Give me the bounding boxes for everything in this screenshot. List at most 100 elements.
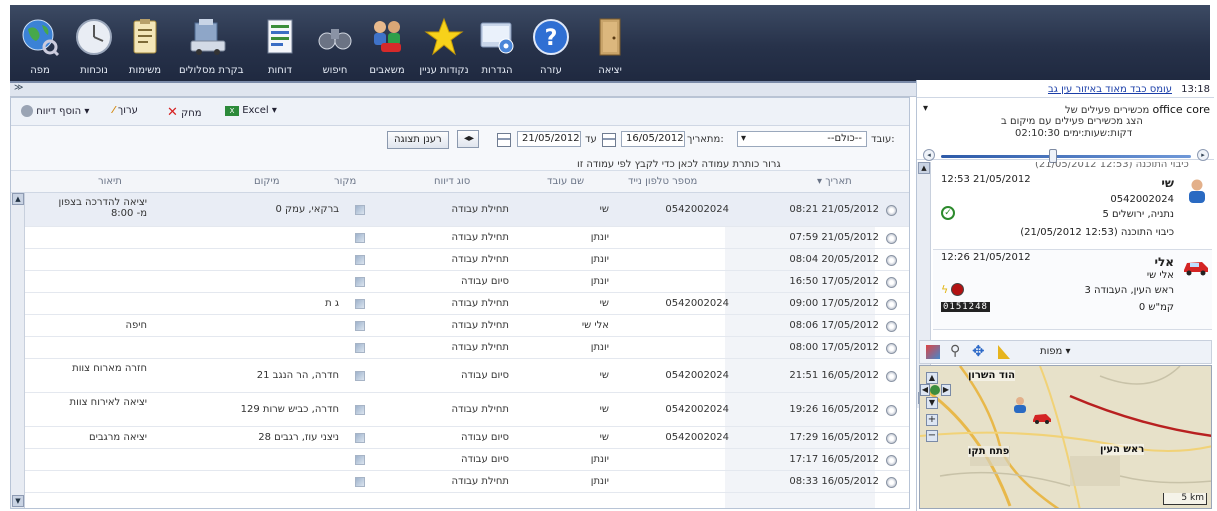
report-status-icon (886, 299, 897, 310)
device-card-eli[interactable]: אלי 12:26 21/05/2012 אלי שי ϟ ראש העין, … (933, 250, 1212, 330)
device-time: 12:53 21/05/2012 (941, 174, 1031, 185)
table-row[interactable]: 17:29 16/05/2012 0542002024 שי סיום עבודה ני… (25, 427, 909, 449)
car-marker-icon[interactable] (1032, 412, 1052, 424)
toolbar-settings-button[interactable]: הגדרות (467, 15, 527, 81)
report-status-icon (886, 277, 897, 288)
time-range-slider-thumb[interactable] (1049, 149, 1057, 163)
source-phone-icon (355, 233, 365, 243)
cell-type: תחילת עבודה (451, 254, 509, 265)
table-row[interactable]: 08:06 17/05/2012 אלי שי תחילת עבודה חיפה (25, 315, 909, 337)
slider-right-icon[interactable]: ▸ (1197, 149, 1209, 161)
exit-door-icon (599, 18, 621, 56)
chevron-down-icon[interactable]: ▾ (923, 103, 928, 114)
report-status-icon (886, 477, 897, 488)
pan-center-icon[interactable] (930, 385, 940, 395)
toolbar-resources-button[interactable]: משאבים (357, 15, 417, 81)
filter-bar: עובד: ▾ --כולם-- מתאריך: 16/05/2012 עד 2… (11, 126, 909, 171)
scroll-up-icon[interactable]: ▲ (12, 193, 24, 205)
cell-phone: 0542002024 (665, 432, 729, 443)
toolbar-tasks-button[interactable]: משימות (115, 15, 175, 81)
chevron-down-icon: ▾ (741, 133, 747, 144)
to-date-input[interactable]: 21/05/2012 (517, 131, 581, 147)
help-icon: ? (533, 19, 569, 55)
calendar-icon[interactable] (602, 133, 616, 147)
odometer: 0151248 (941, 302, 990, 312)
cell-worker: שי (599, 432, 609, 443)
col-header-type[interactable]: סוג דיווח (434, 176, 470, 187)
worker-select[interactable]: ▾ --כולם-- (737, 131, 867, 147)
cell-phone: 0542002024 (665, 404, 729, 415)
delete-button[interactable]: ✕ מחק (167, 105, 202, 120)
pan-right-icon[interactable]: ▶ (941, 384, 951, 396)
cell-location: ברקאי, עמק 0 (275, 204, 340, 215)
ruler-icon[interactable] (998, 345, 1010, 359)
pan-up-icon[interactable]: ▲ (926, 372, 938, 384)
zoom-in-icon[interactable]: + (926, 414, 938, 426)
cell-worker: אלי שי (581, 320, 609, 331)
delete-label: מחק (181, 108, 202, 119)
scroll-up-icon[interactable]: ▲ (918, 162, 930, 174)
col-header-source[interactable]: מקור (334, 176, 356, 187)
zoom-search-icon[interactable]: ⚲ (950, 343, 960, 359)
pan-move-icon[interactable]: ✥ (972, 342, 985, 360)
person-marker-icon[interactable] (1012, 396, 1028, 414)
toolbar-reports-button[interactable]: דוחות (250, 15, 310, 81)
toolbar-label: משימות (128, 65, 162, 76)
feed-cut-status: כיבוי התוכנה (12:53 21/05/2012) (1035, 162, 1189, 170)
scroll-down-icon[interactable]: ▼ (12, 495, 24, 507)
table-row[interactable]: 17:17 16/05/2012 יונתן סיום עבודה (25, 449, 909, 471)
table-scrollbar[interactable]: ▲ ▼ (11, 193, 25, 508)
table-row[interactable]: 08:04 20/05/2012 יונתן תחילת עבודה (25, 249, 909, 271)
toolbar-poi-button[interactable]: נקודות עניין (414, 15, 474, 81)
from-date-input[interactable]: 16/05/2012 (621, 131, 685, 147)
expand-toggle[interactable]: ≫ (14, 83, 23, 93)
col-header-description[interactable]: תיאור (98, 176, 122, 187)
toolbar-map-button[interactable]: מפה (10, 15, 70, 81)
pan-left-icon[interactable]: ◀ (920, 384, 930, 396)
table-row[interactable]: 09:00 17/05/2012 0542002024 שי תחילת עבודה ג… (25, 293, 909, 315)
star-icon (424, 17, 464, 56)
device-card-shai[interactable]: שי 12:53 21/05/2012 0542002024 נתניה, יר… (933, 172, 1212, 250)
table-row[interactable]: 21:51 16/05/2012 0542002024 שי סיום עבודה חד… (25, 359, 909, 393)
time-range-slider[interactable] (941, 155, 1191, 158)
cell-type: תחילת עבודה (451, 320, 509, 331)
calendar-icon[interactable] (497, 133, 511, 147)
toolbar-label: נוכחות (80, 65, 108, 76)
toolbar-exit-button[interactable]: יציאה (580, 15, 640, 81)
cell-worker: יונתן (590, 454, 609, 465)
table-row[interactable]: 19:26 16/05/2012 0542002024 שי תחילת עבודה ח… (25, 393, 909, 427)
table-row[interactable]: 08:00 17/05/2012 יונתן תחילת עבודה (25, 337, 909, 359)
date-nav-arrows[interactable]: ◂▸ (457, 130, 479, 148)
table-row[interactable]: 08:33 16/05/2012 יונתן תחילת עבודה (25, 471, 909, 493)
cell-date: 17:29 16/05/2012 (789, 432, 879, 443)
table-row[interactable]: 16:50 17/05/2012 יונתן סיום עבודה (25, 271, 909, 293)
toolbar-attendance-button[interactable]: נוכחות (64, 15, 124, 81)
excel-export-button[interactable]: X Excel ▾ (225, 105, 277, 116)
slider-left-icon[interactable]: ◂ (923, 149, 935, 161)
maps-select[interactable]: מפות ▾ (1040, 346, 1071, 357)
toolbar-search-button[interactable]: חיפוש (305, 15, 365, 81)
source-phone-icon (355, 277, 365, 287)
source-phone-icon (355, 405, 365, 415)
toolbar-label: עזרה (540, 65, 562, 76)
edit-button[interactable]: ⁄ ערוך (113, 105, 138, 116)
add-report-button[interactable]: הוסף דיווח ▾ (21, 105, 89, 117)
table-row[interactable]: 08:21 21/05/2012 0542002024 שי תחילת עבודה ב… (25, 193, 909, 227)
source-phone-icon (355, 255, 365, 265)
pan-down-icon[interactable]: ▼ (926, 397, 938, 409)
toolbar-help-button[interactable]: ? עזרה (521, 15, 581, 81)
settings-icon (480, 22, 514, 54)
source-phone-icon (355, 205, 365, 215)
layers-icon[interactable] (926, 345, 940, 359)
table-row[interactable]: 07:59 21/05/2012 יונתן תחילת עבודה (25, 227, 909, 249)
from-date-label: מתאריך: (687, 134, 724, 145)
col-header-worker[interactable]: שם עובד (547, 176, 584, 187)
col-header-date[interactable]: ▾ תאריך (817, 176, 852, 187)
zoom-out-icon[interactable]: − (926, 430, 938, 442)
col-header-location[interactable]: מיקום (254, 176, 279, 187)
alert-link[interactable]: עומס כבד מאוד באיזור עין גב (1048, 84, 1172, 95)
toolbar-route-control-button[interactable]: בקרת מסלולים (179, 15, 244, 81)
refresh-view-button[interactable]: רענן תצוגה (387, 131, 449, 149)
map-view[interactable]: הוד השרון ראש העין פתח תקו ▲ ◀ ▶ ▼ + − 5… (919, 365, 1212, 509)
col-header-phone[interactable]: מספר טלפון נייד (628, 176, 697, 187)
